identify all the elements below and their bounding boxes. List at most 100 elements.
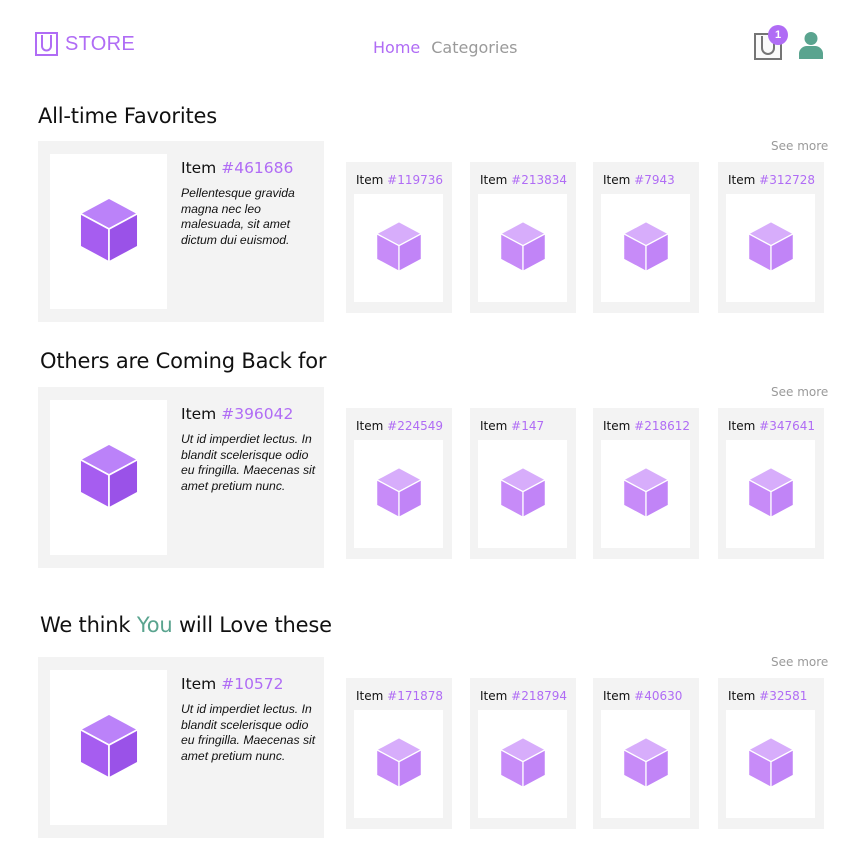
product-card[interactable]: Item #347641	[718, 408, 824, 559]
see-more-link[interactable]: See more	[771, 385, 828, 399]
product-number: #312728	[759, 173, 816, 187]
user-icon	[799, 32, 823, 59]
product-image	[478, 440, 567, 548]
product-card[interactable]: Item #312728	[718, 162, 824, 313]
featured-product-card[interactable]: Item #461686 Pellentesque gravida magna n…	[38, 141, 324, 322]
product-image	[50, 670, 167, 825]
product-label: Item	[728, 419, 760, 433]
see-more-link[interactable]: See more	[771, 139, 828, 153]
product-image	[354, 440, 443, 548]
product-card[interactable]: Item #213834	[470, 162, 576, 313]
product-label: Item	[356, 419, 388, 433]
product-name: Item #147	[480, 419, 544, 433]
product-card[interactable]: Item #119736	[346, 162, 452, 313]
product-card[interactable]: Item #171878	[346, 678, 452, 829]
product-name: Item #119736	[356, 173, 443, 187]
product-label: Item	[356, 173, 388, 187]
product-number: #461686	[221, 159, 294, 177]
product-label: Item	[728, 173, 760, 187]
product-name: Item #461686	[181, 159, 293, 177]
product-name: Item #213834	[480, 173, 567, 187]
product-image	[601, 710, 690, 818]
product-image	[50, 154, 167, 309]
product-number: #218794	[511, 689, 568, 703]
product-label: Item	[181, 675, 222, 693]
product-name: Item #32581	[728, 689, 807, 703]
product-image	[601, 194, 690, 302]
section-title: Others are Coming Back for	[40, 349, 327, 373]
product-card[interactable]: Item #218794	[470, 678, 576, 829]
product-description: Ut id imperdiet lectus. In blandit scele…	[181, 702, 316, 763]
brand-name: STORE	[65, 32, 136, 55]
product-label: Item	[181, 405, 222, 423]
featured-product-card[interactable]: Item #10572 Ut id imperdiet lectus. In bl…	[38, 657, 324, 838]
product-image	[601, 440, 690, 548]
cube-icon	[622, 736, 670, 793]
product-card[interactable]: Item #32581	[718, 678, 824, 829]
product-number: #347641	[759, 419, 816, 433]
product-image	[50, 400, 167, 555]
section-title: We think You will Love these	[40, 613, 332, 637]
section-title-highlight: You	[136, 613, 173, 637]
product-number: #396042	[221, 405, 294, 423]
section-title-text: Others are Coming Back for	[40, 349, 327, 373]
cube-icon	[499, 736, 547, 793]
product-image	[354, 194, 443, 302]
product-label: Item	[181, 159, 222, 177]
product-image	[726, 710, 815, 818]
product-number: #32581	[759, 689, 808, 703]
product-number: #213834	[511, 173, 568, 187]
product-label: Item	[603, 689, 635, 703]
product-card[interactable]: Item #224549	[346, 408, 452, 559]
product-label: Item	[603, 173, 635, 187]
cube-icon	[78, 196, 140, 268]
cube-icon	[622, 220, 670, 277]
product-label: Item	[728, 689, 760, 703]
product-description: Pellentesque gravida magna nec leo males…	[181, 186, 295, 247]
cart-count-badge: 1	[768, 25, 788, 45]
product-name: Item #218794	[480, 689, 567, 703]
product-label: Item	[480, 419, 512, 433]
product-label: Item	[356, 689, 388, 703]
product-name: Item #312728	[728, 173, 815, 187]
featured-product-card[interactable]: Item #396042 Ut id imperdiet lectus. In b…	[38, 387, 324, 568]
product-number: #119736	[387, 173, 444, 187]
product-name: Item #396042	[181, 405, 293, 423]
cube-icon	[499, 220, 547, 277]
product-image	[354, 710, 443, 818]
section-title-text-end: will Love these	[172, 613, 332, 637]
product-image	[726, 440, 815, 548]
cube-icon	[78, 712, 140, 784]
section-title-text: We think	[40, 613, 137, 637]
cube-icon	[375, 736, 423, 793]
product-card[interactable]: Item #7943	[593, 162, 699, 313]
product-card[interactable]: Item #147	[470, 408, 576, 559]
product-description: Ut id imperdiet lectus. In blandit scele…	[181, 432, 316, 493]
cube-icon	[747, 736, 795, 793]
see-more-link[interactable]: See more	[771, 655, 828, 669]
product-number: #7943	[634, 173, 675, 187]
product-name: Item #347641	[728, 419, 815, 433]
product-card[interactable]: Item #40630	[593, 678, 699, 829]
cube-icon	[747, 466, 795, 523]
store-logo[interactable]: STORE	[35, 32, 135, 56]
cube-icon	[375, 220, 423, 277]
cube-icon	[78, 442, 140, 514]
section-title-text: All-time Favorites	[38, 104, 217, 128]
product-label: Item	[480, 689, 512, 703]
nav-home-link[interactable]: Home	[373, 38, 420, 57]
cube-icon	[747, 220, 795, 277]
nav-categories-link[interactable]: Categories	[431, 38, 517, 57]
product-number: #171878	[387, 689, 444, 703]
cube-icon	[622, 466, 670, 523]
product-image	[726, 194, 815, 302]
main-nav: Home Categories	[373, 38, 518, 57]
product-number: #10572	[221, 675, 284, 693]
account-button[interactable]	[798, 31, 824, 63]
cube-icon	[499, 466, 547, 523]
product-label: Item	[480, 173, 512, 187]
product-card[interactable]: Item #218612	[593, 408, 699, 559]
product-name: Item #218612	[603, 419, 690, 433]
product-name: Item #7943	[603, 173, 675, 187]
product-image	[478, 194, 567, 302]
